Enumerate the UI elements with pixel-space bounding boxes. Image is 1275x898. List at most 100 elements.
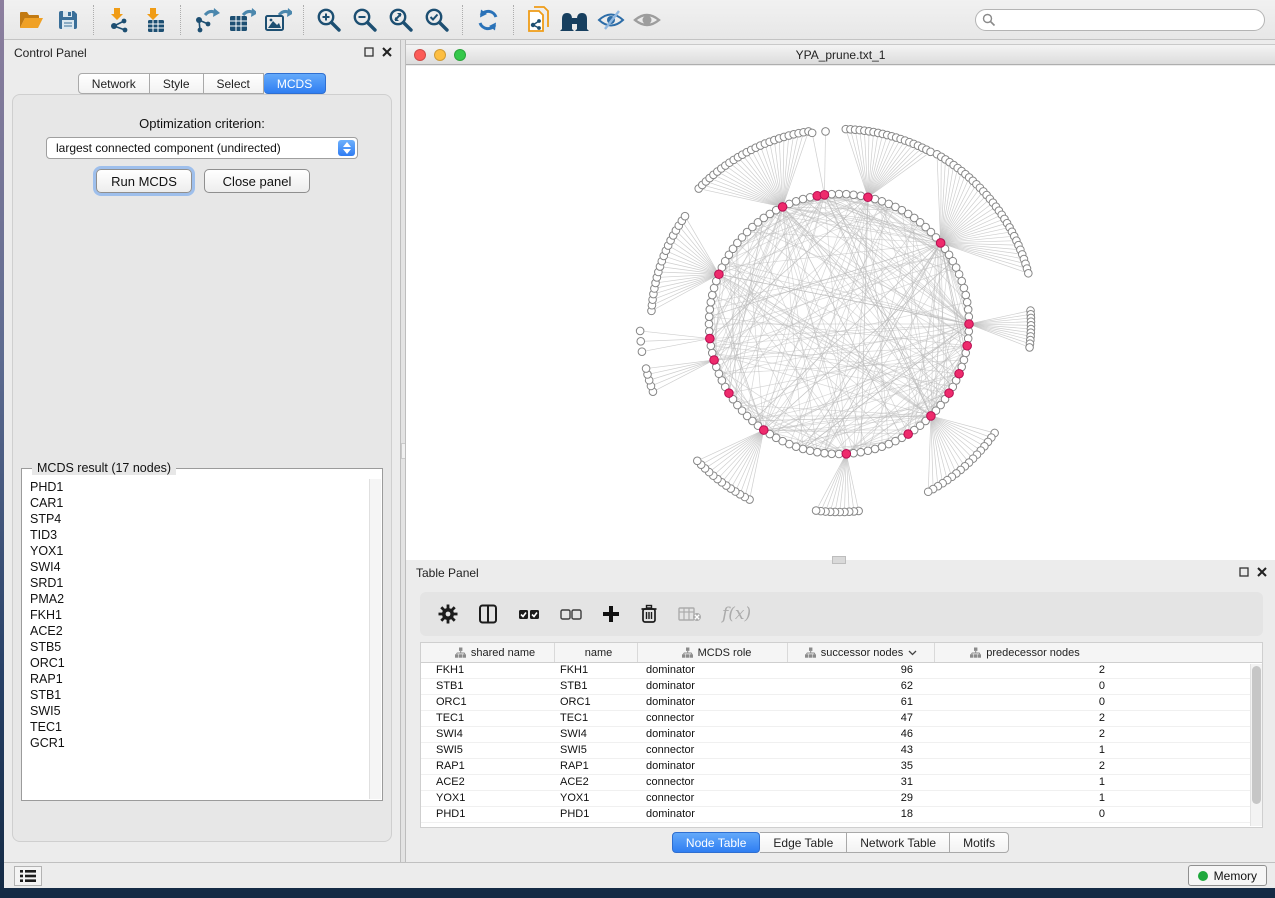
tab-edge-table[interactable]: Edge Table: [760, 832, 847, 853]
table-cell[interactable]: PHD1: [421, 807, 555, 822]
table-cell[interactable]: 1: [935, 743, 1115, 758]
network-node[interactable]: [705, 320, 713, 328]
network-node[interactable]: [638, 348, 646, 356]
table-cell[interactable]: 61: [788, 695, 935, 710]
import-table-icon[interactable]: [137, 3, 173, 37]
network-node[interactable]: [1025, 269, 1033, 277]
run-mcds-button[interactable]: Run MCDS: [96, 169, 192, 193]
float-icon[interactable]: [1239, 567, 1249, 577]
mcds-result-item[interactable]: STP4: [23, 511, 369, 527]
hide-details-icon[interactable]: [593, 3, 629, 37]
network-node[interactable]: [857, 448, 865, 456]
mcds-list-scrollbar[interactable]: [369, 479, 381, 799]
mcds-result-item[interactable]: CAR1: [23, 495, 369, 511]
network-node[interactable]: [707, 298, 715, 306]
network-titlebar[interactable]: YPA_prune.txt_1: [406, 44, 1275, 65]
network-node[interactable]: [792, 197, 800, 205]
network-node[interactable]: [835, 190, 843, 198]
table-cell[interactable]: RAP1: [421, 759, 555, 774]
table-cell[interactable]: 43: [788, 743, 935, 758]
memory-button[interactable]: Memory: [1188, 865, 1267, 886]
table-cell[interactable]: ORC1: [555, 695, 638, 710]
column-header-name[interactable]: name: [555, 643, 638, 662]
binoculars-icon[interactable]: [557, 3, 593, 37]
column-header-shared-name[interactable]: shared name: [421, 643, 555, 662]
column-header-successor-nodes[interactable]: successor nodes: [788, 643, 935, 662]
mcds-node[interactable]: [842, 449, 851, 458]
horizontal-splitter-grip[interactable]: [832, 556, 846, 564]
table-row[interactable]: YOX1YOX1connector291: [421, 791, 1262, 807]
tab-style[interactable]: Style: [150, 73, 204, 94]
network-node[interactable]: [878, 443, 886, 451]
table-cell[interactable]: STB1: [421, 679, 555, 694]
table-row[interactable]: SWI5SWI5connector431: [421, 743, 1262, 759]
delete-table-icon[interactable]: [678, 606, 702, 622]
mcds-node[interactable]: [759, 426, 768, 435]
network-canvas[interactable]: [406, 66, 1275, 560]
gear-icon[interactable]: [438, 604, 458, 624]
zoom-in-icon[interactable]: [311, 3, 347, 37]
table-cell[interactable]: 1: [935, 775, 1115, 790]
table-cell[interactable]: SWI5: [421, 743, 555, 758]
table-cell[interactable]: dominator: [638, 679, 788, 694]
network-node[interactable]: [813, 448, 821, 456]
network-node[interactable]: [799, 195, 807, 203]
column-header-predecessor-nodes[interactable]: predecessor nodes: [935, 643, 1115, 662]
mcds-node[interactable]: [820, 191, 829, 200]
export-table-icon[interactable]: [224, 3, 260, 37]
zoom-selected-icon[interactable]: [419, 3, 455, 37]
table-cell[interactable]: dominator: [638, 807, 788, 822]
network-node[interactable]: [962, 291, 970, 299]
table-row[interactable]: PHD1PHD1dominator180: [421, 807, 1262, 823]
table-cell[interactable]: FKH1: [555, 663, 638, 678]
tab-motifs[interactable]: Motifs: [950, 832, 1009, 853]
mcds-node[interactable]: [778, 203, 787, 212]
table-cell[interactable]: 46: [788, 727, 935, 742]
network-node[interactable]: [636, 327, 644, 335]
network-node[interactable]: [850, 191, 858, 199]
tab-select[interactable]: Select: [204, 73, 264, 94]
table-cell[interactable]: YOX1: [421, 791, 555, 806]
network-node[interactable]: [960, 356, 968, 364]
table-row[interactable]: TEC1TEC1connector472: [421, 711, 1262, 727]
network-node[interactable]: [710, 284, 718, 292]
table-cell[interactable]: 2: [935, 727, 1115, 742]
network-node[interactable]: [799, 445, 807, 453]
close-icon[interactable]: [382, 47, 392, 57]
table-cell[interactable]: PHD1: [555, 807, 638, 822]
mcds-node[interactable]: [963, 341, 972, 350]
tab-mcds[interactable]: MCDS: [264, 73, 326, 94]
select-all-icon[interactable]: [518, 607, 540, 621]
table-cell[interactable]: 31: [788, 775, 935, 790]
close-panel-button[interactable]: Close panel: [204, 169, 310, 193]
network-node[interactable]: [637, 338, 645, 346]
network-node[interactable]: [871, 445, 879, 453]
table-cell[interactable]: 47: [788, 711, 935, 726]
mcds-result-list[interactable]: PHD1CAR1STP4TID3YOX1SWI4SRD1PMA2FKH1ACE2…: [23, 479, 369, 799]
export-network-icon[interactable]: [188, 3, 224, 37]
network-node[interactable]: [812, 507, 820, 515]
table-row[interactable]: SWI4SWI4dominator462: [421, 727, 1262, 743]
network-node[interactable]: [964, 306, 972, 314]
task-history-button[interactable]: [14, 866, 42, 886]
table-cell[interactable]: STB1: [555, 679, 638, 694]
zoom-out-icon[interactable]: [347, 3, 383, 37]
mcds-node[interactable]: [965, 320, 974, 329]
table-scrollbar-thumb[interactable]: [1252, 666, 1261, 804]
mcds-result-item[interactable]: YOX1: [23, 543, 369, 559]
float-icon[interactable]: [364, 47, 374, 57]
mcds-result-item[interactable]: ORC1: [23, 655, 369, 671]
table-cell[interactable]: ORC1: [421, 695, 555, 710]
network-node[interactable]: [842, 190, 850, 198]
mcds-node[interactable]: [710, 356, 719, 365]
table-cell[interactable]: 29: [788, 791, 935, 806]
import-network-icon[interactable]: [101, 3, 137, 37]
network-node[interactable]: [1026, 344, 1034, 352]
network-node[interactable]: [806, 447, 814, 455]
table-cell[interactable]: connector: [638, 711, 788, 726]
mcds-node[interactable]: [945, 389, 954, 398]
mcds-result-item[interactable]: STB5: [23, 639, 369, 655]
search-input[interactable]: [975, 9, 1265, 31]
mcds-node[interactable]: [936, 239, 945, 248]
column-header-mcds-role[interactable]: MCDS role: [638, 643, 788, 662]
